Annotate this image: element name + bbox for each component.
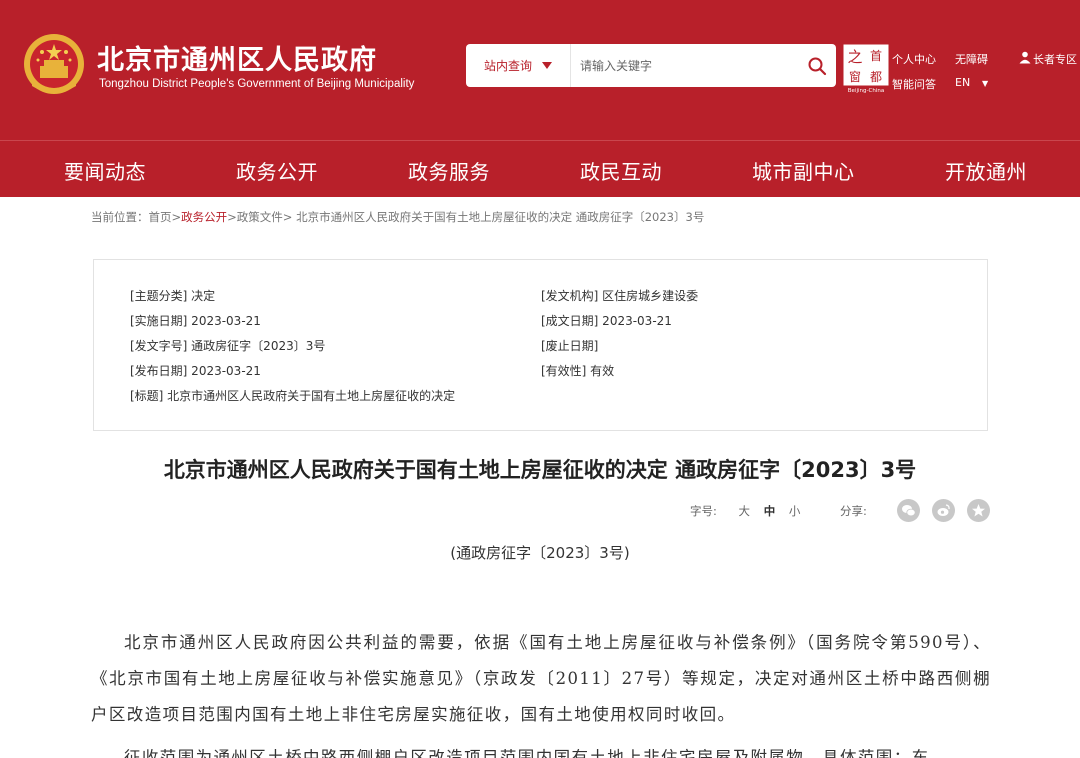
info-topic: [主题分类] 决定 bbox=[130, 289, 216, 303]
info-publish-date: [发布日期] 2023-03-21 bbox=[130, 364, 261, 378]
info-repeal-date: [废止日期] bbox=[541, 339, 599, 353]
article-title: 北京市通州区人民政府关于国有土地上房屋征收的决定 通政房征字〔2023〕3号 bbox=[163, 458, 917, 482]
article-paragraph: 北京市通州区人民政府因公共利益的需要，依据《国有土地上房屋征收与补偿条例》（国务… bbox=[91, 633, 991, 724]
elderly-section-link[interactable]: 长者专区 bbox=[1033, 51, 1077, 67]
breadcrumb-prefix: 当前位置： bbox=[91, 210, 149, 224]
search-scope-label: 站内查询 bbox=[483, 59, 532, 73]
accessibility-link[interactable]: 无障碍 bbox=[955, 51, 988, 67]
info-written-date: [成文日期] 2023-03-21 bbox=[541, 314, 672, 328]
document-number: (通政房征字〔2023〕3号) bbox=[450, 544, 630, 562]
favorite-share-icon[interactable] bbox=[967, 499, 990, 522]
font-size-small-button[interactable]: 小 bbox=[789, 504, 801, 518]
nav-item-interaction[interactable]: 政民互动 bbox=[580, 156, 662, 185]
nav-item-gov-services[interactable]: 政务服务 bbox=[408, 156, 490, 185]
breadcrumb-current: 北京市通州区人民政府关于国有土地上房屋征收的决定 通政房征字〔2023〕3号 bbox=[296, 210, 705, 224]
caret-down-icon: ▼ bbox=[982, 79, 989, 88]
breadcrumb-policy-docs[interactable]: 政策文件 bbox=[237, 210, 283, 224]
search-input[interactable] bbox=[572, 44, 797, 87]
font-size-control: 字号: 大 中 小 bbox=[690, 503, 810, 519]
search-bar: 站内查询 bbox=[466, 44, 836, 87]
breadcrumb-home[interactable]: 首页 bbox=[149, 210, 172, 224]
language-switch[interactable]: EN bbox=[955, 76, 970, 89]
site-subtitle: Tongzhou District People's Government of… bbox=[99, 78, 415, 90]
site-header: 北京市通州区人民政府 Tongzhou District People's Go… bbox=[0, 0, 1080, 140]
svg-text:窗: 窗 bbox=[849, 70, 861, 84]
wechat-share-icon[interactable] bbox=[897, 499, 920, 522]
main-nav: 要闻动态 政务公开 政务服务 政民互动 城市副中心 开放通州 bbox=[0, 140, 1080, 197]
nav-item-open-tongzhou[interactable]: 开放通州 bbox=[945, 156, 1027, 185]
person-icon[interactable] bbox=[1019, 51, 1031, 64]
smart-qa-link[interactable]: 智能问答 bbox=[892, 76, 936, 92]
font-size-medium-button[interactable]: 中 bbox=[764, 504, 776, 518]
site-title[interactable]: 北京市通州区人民政府 bbox=[97, 38, 377, 77]
weibo-share-icon[interactable] bbox=[932, 499, 955, 522]
caret-down-icon bbox=[542, 62, 552, 69]
nav-item-gov-affairs-open[interactable]: 政务公开 bbox=[236, 156, 318, 185]
info-title: [标题] 北京市通州区人民政府关于国有土地上房屋征收的决定 bbox=[130, 389, 456, 403]
personal-center-link[interactable]: 个人中心 bbox=[892, 51, 936, 67]
national-emblem-icon[interactable] bbox=[22, 32, 86, 96]
svg-text:首: 首 bbox=[870, 49, 882, 63]
info-issuer: [发文机构] 区住房城乡建设委 bbox=[541, 289, 699, 303]
svg-text:都: 都 bbox=[870, 70, 882, 84]
capital-beijing-logo-icon[interactable]: 之 首 窗 都 Beijing-China bbox=[843, 44, 889, 94]
nav-item-sub-center[interactable]: 城市副中心 bbox=[752, 156, 855, 185]
font-size-label: 字号: bbox=[690, 504, 717, 518]
info-doc-number: [发文字号] 通政房征字〔2023〕3号 bbox=[130, 339, 326, 353]
info-effective-date: [实施日期] 2023-03-21 bbox=[130, 314, 261, 328]
nav-item-news[interactable]: 要闻动态 bbox=[64, 156, 146, 185]
search-scope-dropdown[interactable]: 站内查询 bbox=[466, 44, 571, 87]
svg-text:之: 之 bbox=[847, 48, 862, 66]
capital-logo-label: Beijing-China bbox=[848, 88, 884, 94]
breadcrumb-gov-affairs[interactable]: 政务公开 bbox=[181, 210, 227, 224]
info-validity: [有效性] 有效 bbox=[541, 364, 615, 378]
article-paragraph: 征收范围为通州区土桥中路西侧棚户区改造项目范围内国有土地上非住宅房屋及附属物，具… bbox=[124, 748, 930, 758]
document-info-box: [主题分类] 决定 [发文机构] 区住房城乡建设委 [实施日期] 2023-03… bbox=[93, 259, 988, 431]
share-label: 分享: bbox=[840, 504, 867, 518]
breadcrumb: 当前位置：首页>政务公开>政策文件> 北京市通州区人民政府关于国有土地上房屋征收… bbox=[91, 210, 705, 224]
search-icon[interactable] bbox=[806, 55, 828, 77]
font-size-large-button[interactable]: 大 bbox=[739, 504, 751, 518]
